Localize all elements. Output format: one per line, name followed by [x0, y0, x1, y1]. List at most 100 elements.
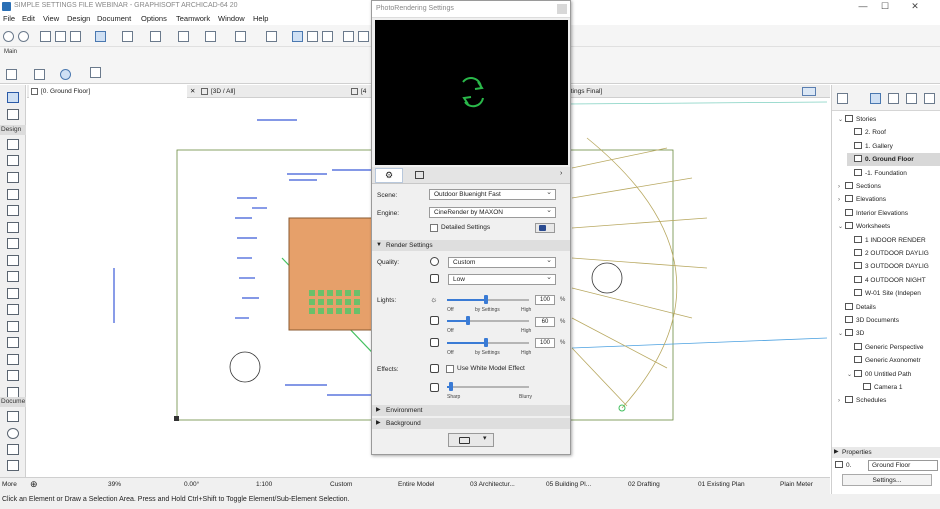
pen-set[interactable]: 03 Architectur...: [470, 481, 515, 488]
scale-value[interactable]: 1:100: [256, 481, 272, 488]
tab-overflow-icon[interactable]: [802, 87, 816, 96]
menu-design[interactable]: Design: [67, 14, 90, 23]
layers-icon[interactable]: [150, 31, 161, 42]
angle-value[interactable]: 0.00°: [184, 481, 199, 488]
arrow-tool-icon[interactable]: [90, 67, 101, 78]
lamp-tool-icon[interactable]: [7, 354, 19, 365]
more-button[interactable]: More: [2, 481, 17, 488]
tree-chevron-icon[interactable]: ›: [838, 194, 845, 207]
expand-arrow-icon[interactable]: ›: [560, 170, 562, 177]
zoom-in-icon[interactable]: ⊕: [30, 479, 38, 490]
sun-light-slider[interactable]: [447, 295, 529, 304]
tab-size[interactable]: [406, 168, 434, 183]
sun-light-value[interactable]: 100: [535, 295, 555, 305]
close-button[interactable]: ✕: [904, 0, 926, 13]
text-tool-icon[interactable]: [7, 460, 19, 471]
navigator-item[interactable]: 4 OUTDOOR NIGHT: [847, 274, 940, 287]
navigator-item[interactable]: ⌄ 3D: [838, 327, 940, 340]
lamp-light-slider[interactable]: [447, 316, 529, 325]
start-render-button[interactable]: ▾: [448, 433, 494, 447]
palette-close-icon[interactable]: [557, 4, 567, 14]
select-arrow-icon[interactable]: [40, 31, 51, 42]
navigator-item[interactable]: 2 OUTDOOR DAYLIG: [847, 247, 940, 260]
environment-section[interactable]: ▶ Environment: [372, 405, 570, 416]
tree-chevron-icon[interactable]: ⌄: [847, 369, 854, 382]
roof-tool-icon[interactable]: [7, 255, 19, 266]
menu-edit[interactable]: Edit: [22, 14, 35, 23]
view-map-icon[interactable]: [870, 93, 881, 104]
snap-guides-icon[interactable]: [122, 31, 133, 42]
menu-document[interactable]: Document: [97, 14, 131, 23]
navigator-item[interactable]: Generic Perspective: [847, 341, 940, 354]
beam-tool-icon[interactable]: [7, 205, 19, 216]
slab-tool-icon[interactable]: [7, 222, 19, 233]
design-section-header[interactable]: Design: [0, 125, 26, 135]
undo-icon[interactable]: [3, 31, 14, 42]
section-view-icon[interactable]: [34, 69, 45, 80]
tab-3d-all[interactable]: [3D / All]: [199, 85, 349, 98]
navigator-item[interactable]: -1. Foundation: [847, 167, 940, 180]
tree-chevron-icon[interactable]: ⌄: [838, 114, 845, 127]
model-view-options[interactable]: 05 Building Pl...: [546, 481, 591, 488]
column-tool-icon[interactable]: [7, 189, 19, 200]
info-button[interactable]: [535, 223, 555, 233]
blur-slider[interactable]: [447, 382, 529, 391]
document-section-header[interactable]: Docume: [0, 397, 26, 407]
lamp-light-value[interactable]: 60: [535, 317, 555, 327]
detailed-settings-checkbox[interactable]: [430, 224, 438, 232]
trim-icon[interactable]: [358, 31, 369, 42]
menu-teamwork[interactable]: Teamwork: [176, 14, 210, 23]
dimension-standard[interactable]: 02 Drafting: [628, 481, 660, 488]
tab-settings-gear[interactable]: ⚙: [375, 168, 403, 183]
ambient-light-slider[interactable]: [447, 338, 529, 347]
tree-chevron-icon[interactable]: ›: [838, 395, 845, 408]
navigator-item[interactable]: Camera 1: [856, 381, 940, 394]
engine-dropdown[interactable]: CineRender by MAXON: [429, 206, 556, 218]
zoom-level[interactable]: 39%: [108, 481, 121, 488]
floor-plan-icon[interactable]: [6, 69, 17, 80]
tab-settings-final[interactable]: Settings Final]: [559, 85, 709, 98]
stair-tool-icon[interactable]: [7, 238, 19, 249]
suspend-groups-icon[interactable]: [292, 31, 303, 42]
close-tab-icon[interactable]: ✕: [190, 85, 195, 98]
render-settings-section[interactable]: ▼ Render Settings: [372, 240, 570, 251]
background-section[interactable]: ▶ Background: [372, 418, 570, 429]
ungroup-icon[interactable]: [322, 31, 333, 42]
properties-header[interactable]: ▶ Properties: [832, 447, 940, 458]
lock-icon[interactable]: [266, 31, 277, 42]
morph-tool-icon[interactable]: [7, 321, 19, 332]
object-tool-icon[interactable]: [7, 337, 19, 348]
white-model-checkbox[interactable]: [446, 365, 454, 373]
wall-tool-icon[interactable]: [7, 139, 19, 150]
circle-tool-icon[interactable]: [7, 428, 19, 439]
unit-setting[interactable]: Plain Meter: [780, 481, 813, 488]
settings-button[interactable]: Settings...: [842, 474, 932, 486]
navigator-item[interactable]: 3D Documents: [838, 314, 940, 327]
zone-tool-icon[interactable]: [7, 370, 19, 381]
line-tool-icon[interactable]: [7, 411, 19, 422]
navigator-item[interactable]: › Elevations: [838, 193, 940, 206]
quality-dropdown[interactable]: Custom: [448, 256, 556, 268]
marquee-icon[interactable]: [235, 31, 246, 42]
marquee-tool-icon[interactable]: [7, 109, 19, 120]
navigator-item[interactable]: ⌄ 00 Untitled Path: [847, 368, 940, 381]
arrow-select-tool-icon[interactable]: [7, 92, 19, 103]
navigator-item[interactable]: 1. Gallery: [847, 140, 940, 153]
ambient-light-value[interactable]: 100: [535, 338, 555, 348]
project-map-icon[interactable]: [837, 93, 848, 104]
navigator-item[interactable]: 2. Roof: [847, 126, 940, 139]
shell-tool-icon[interactable]: [7, 271, 19, 282]
railing-tool-icon[interactable]: [7, 288, 19, 299]
renovation-filter[interactable]: 01 Existing Plan: [698, 481, 745, 488]
scene-dropdown[interactable]: Outdoor Bluenight Fast: [429, 188, 556, 200]
group-icon[interactable]: [307, 31, 318, 42]
minimize-button[interactable]: —: [852, 0, 874, 13]
model-view-option[interactable]: Entire Model: [398, 481, 435, 488]
layout-book-icon[interactable]: [888, 93, 899, 104]
menu-file[interactable]: File: [3, 14, 15, 23]
navigator-item[interactable]: Interior Elevations: [838, 207, 940, 220]
door-tool-icon[interactable]: [7, 155, 19, 166]
layer-combination[interactable]: Custom: [330, 481, 352, 488]
mirror-icon[interactable]: [343, 31, 354, 42]
navigator-item[interactable]: 3 OUTDOOR DAYLIG: [847, 260, 940, 273]
